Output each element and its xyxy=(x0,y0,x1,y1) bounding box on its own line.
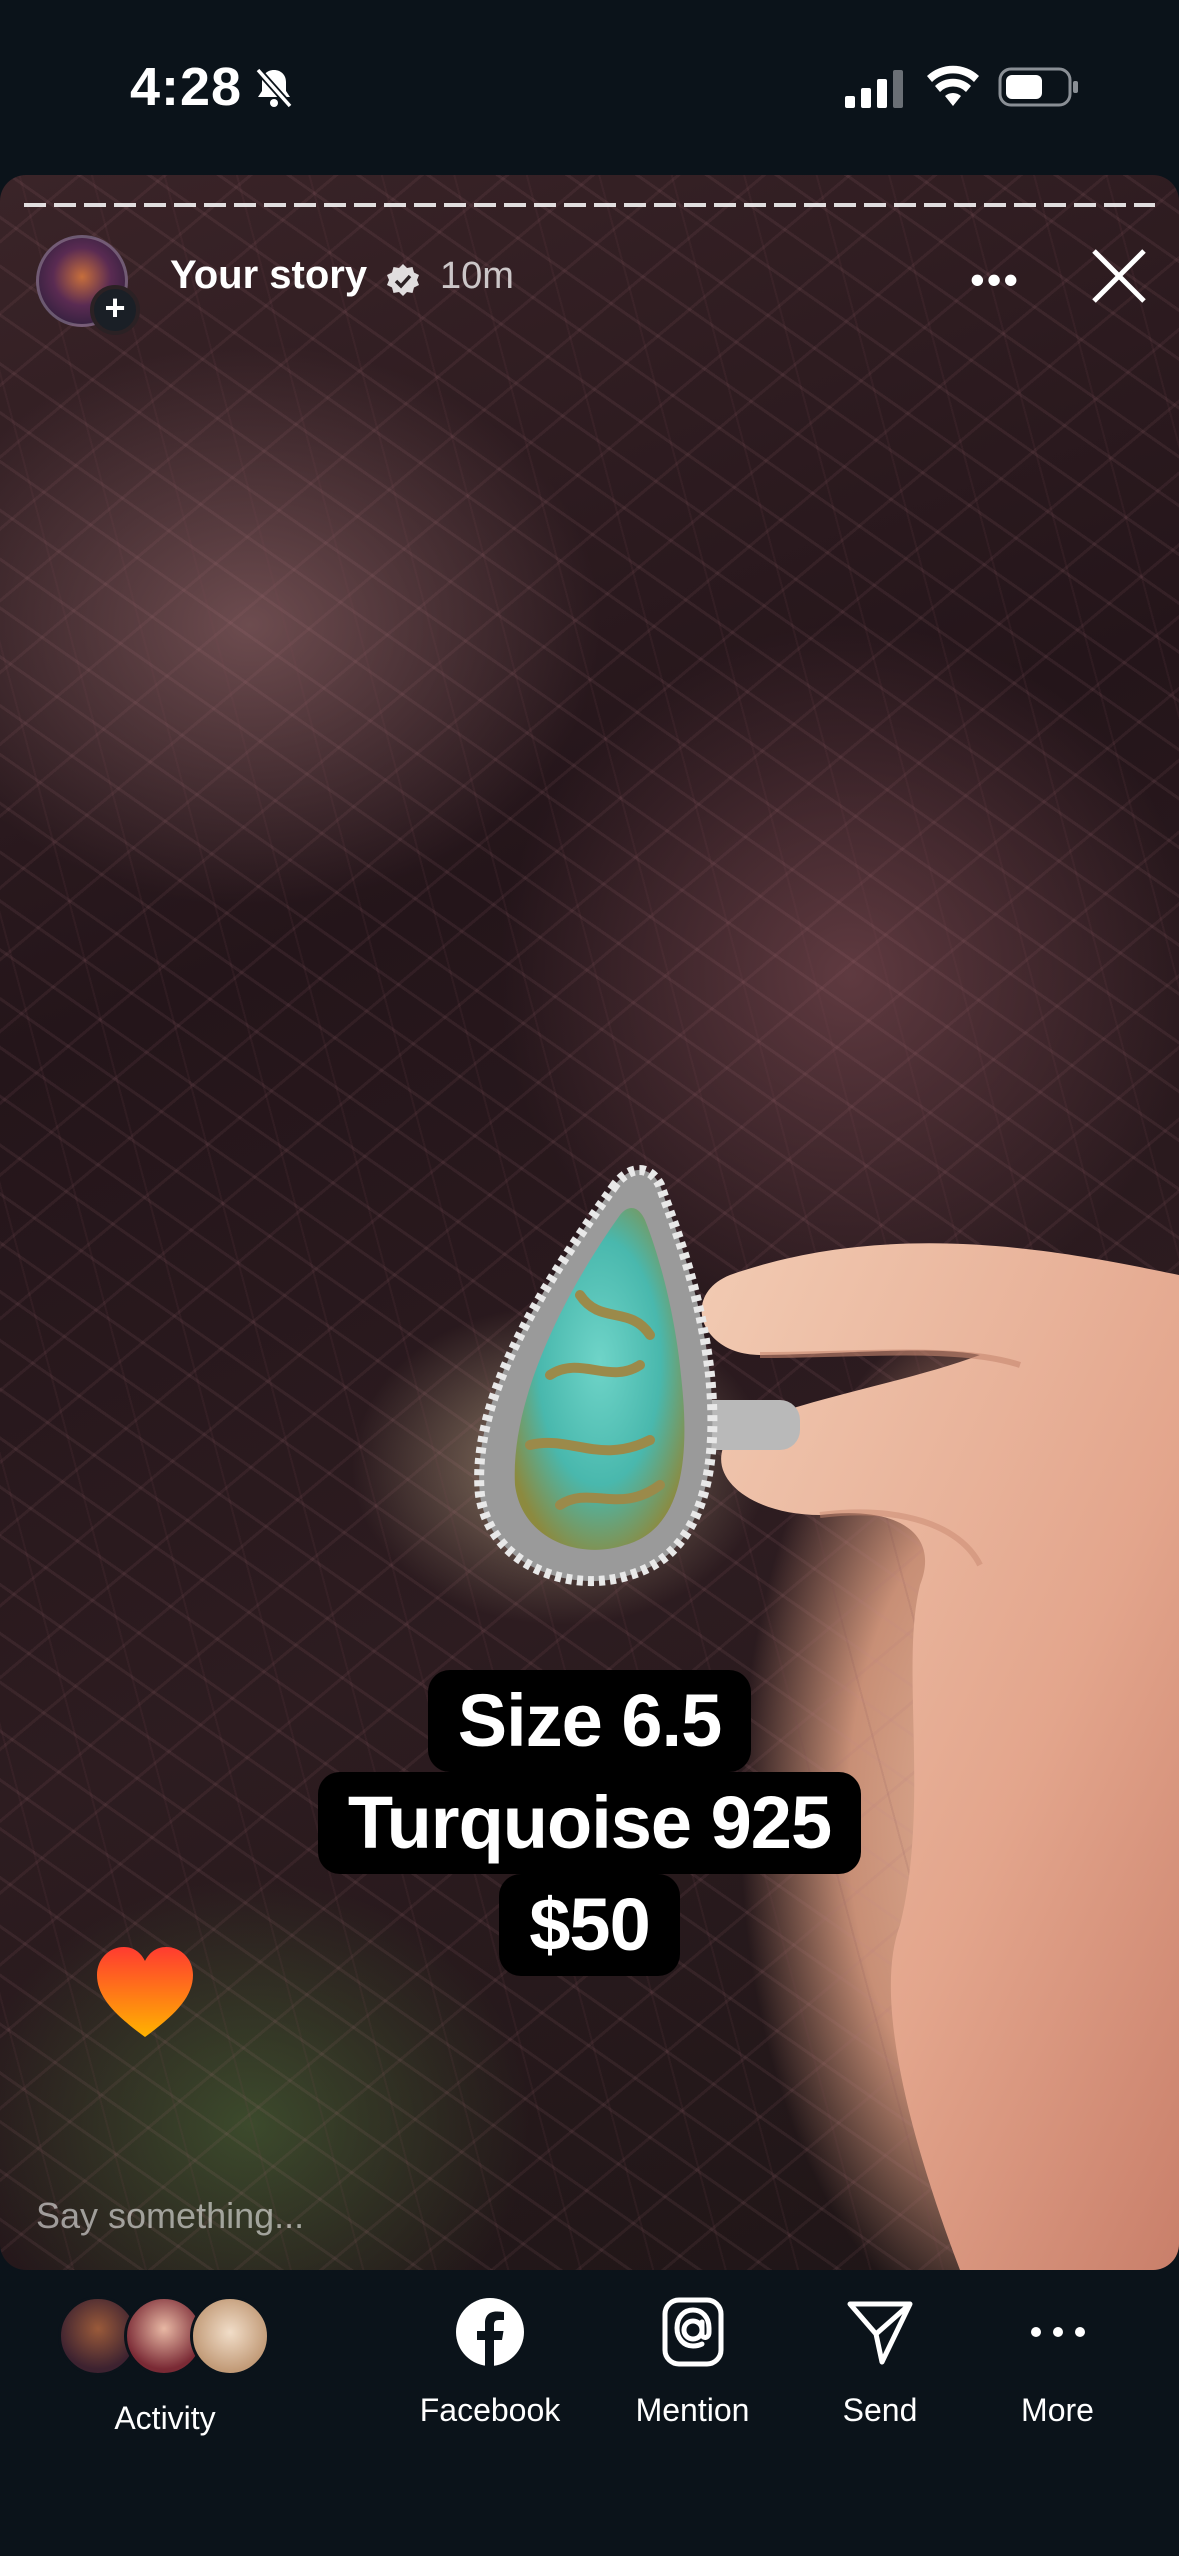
add-story-icon[interactable]: + xyxy=(90,285,140,335)
bell-slash-icon xyxy=(255,67,293,109)
at-sign-icon xyxy=(662,2297,723,2367)
send-button[interactable]: Send xyxy=(820,2296,940,2429)
more-button[interactable]: More xyxy=(1000,2296,1115,2429)
more-horizontal-icon xyxy=(1030,2327,1085,2337)
activity-label: Activity xyxy=(114,2400,216,2436)
like-heart-icon[interactable] xyxy=(95,1945,195,2040)
send-icon xyxy=(847,2301,913,2365)
caption-price: $50 xyxy=(499,1874,680,1976)
cellular-signal-icon xyxy=(845,70,903,108)
close-icon[interactable] xyxy=(1090,247,1148,305)
facebook-button[interactable]: Facebook xyxy=(400,2296,580,2429)
reply-input[interactable]: Say something... xyxy=(36,2195,304,2237)
activity-avatars[interactable] xyxy=(58,2296,278,2382)
story-caption: Size 6.5 Turquoise 925 $50 xyxy=(0,1670,1179,1976)
mention-button[interactable]: Mention xyxy=(615,2296,770,2429)
battery-icon xyxy=(998,67,1078,107)
story-username[interactable]: Your story xyxy=(170,253,367,298)
story-options-icon[interactable]: ••• xyxy=(970,259,1020,301)
caption-size: Size 6.5 xyxy=(427,1670,752,1772)
story-viewer[interactable]: + Your story 10m ••• Size 6.5 Turquoise … xyxy=(0,175,1179,2270)
caption-material: Turquoise 925 xyxy=(317,1772,862,1874)
facebook-label: Facebook xyxy=(419,2392,561,2428)
mention-label: Mention xyxy=(635,2392,750,2428)
turquoise-ring-photo xyxy=(474,1165,800,1587)
activity-button[interactable]: Activity xyxy=(60,2400,270,2437)
more-label: More xyxy=(1021,2392,1094,2428)
verified-badge-icon xyxy=(387,264,419,296)
story-time-ago: 10m xyxy=(440,255,514,297)
viewer-avatar xyxy=(190,2296,270,2376)
facebook-icon xyxy=(456,2298,524,2366)
wifi-icon xyxy=(927,65,979,106)
status-bar: 4:28 xyxy=(0,0,1179,175)
status-time: 4:28 xyxy=(130,57,243,117)
story-progress-bar xyxy=(24,203,1155,207)
send-label: Send xyxy=(842,2392,918,2428)
